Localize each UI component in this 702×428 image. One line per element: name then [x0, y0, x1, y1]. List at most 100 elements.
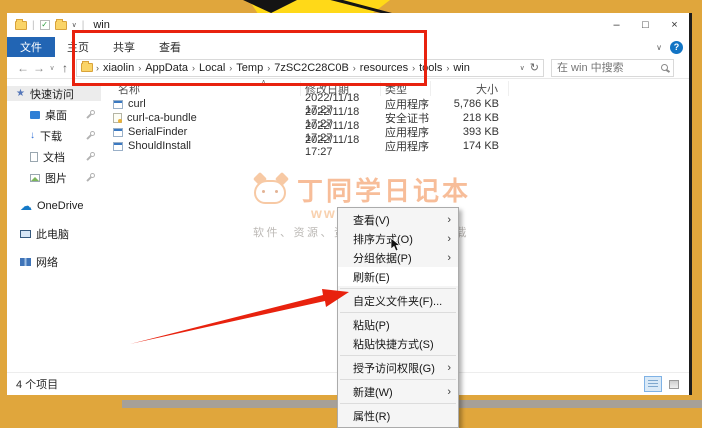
sidebar-item-onedrive[interactable]: ☁ OneDrive	[7, 198, 101, 213]
file-row[interactable]: SerialFinder 2022/11/18 17:27 应用程序 393 K…	[101, 125, 689, 139]
pin-icon	[86, 110, 95, 119]
sidebar-item-label: 快速访问	[30, 86, 74, 102]
up-button[interactable]: ↑	[57, 61, 73, 75]
explorer-folder-icon	[15, 21, 27, 30]
search-icon[interactable]	[661, 64, 668, 71]
back-button[interactable]: ←	[15, 61, 31, 75]
sidebar: ★ 快速访问 桌面 ↓ 下载 文档 图片	[7, 79, 101, 372]
menu-separator	[340, 379, 456, 380]
file-size: 174 KB	[431, 140, 509, 152]
pin-icon	[86, 152, 95, 161]
sidebar-item-label: 文档	[43, 149, 65, 165]
menu-item-view[interactable]: 查看(V) ›	[338, 210, 458, 229]
submenu-arrow-icon: ›	[447, 233, 451, 245]
download-icon: ↓	[30, 131, 35, 141]
sidebar-item-label: 网络	[36, 254, 58, 270]
menu-separator	[340, 312, 456, 313]
file-size: 393 KB	[431, 126, 509, 138]
item-count: 4 个项目	[16, 376, 58, 392]
certificate-icon	[113, 113, 122, 123]
menu-separator	[340, 403, 456, 404]
context-menu: 查看(V) › 排序方式(O) › 分组依据(P) › 刷新(E) 自定义文件夹…	[337, 207, 459, 428]
window-controls: – □ ×	[602, 14, 689, 36]
file-name-cell: curl-ca-bundle	[101, 112, 301, 124]
menu-item-give-access[interactable]: 授予访问权限(G) ›	[338, 358, 458, 377]
maximize-button[interactable]: □	[631, 14, 660, 36]
file-row[interactable]: curl-ca-bundle 2022/11/18 17:27 安全证书 218…	[101, 111, 689, 125]
menu-item-properties[interactable]: 属性(R)	[338, 406, 458, 425]
sidebar-item-desktop[interactable]: 桌面	[7, 107, 101, 122]
pictures-icon	[30, 174, 40, 182]
menu-item-label: 新建(W)	[353, 384, 393, 400]
file-row[interactable]: curl 2022/11/18 17:27 应用程序 5,786 KB	[101, 97, 689, 111]
submenu-arrow-icon: ›	[447, 214, 451, 226]
expand-ribbon-chevron-icon[interactable]: ∨	[656, 43, 662, 52]
tab-file[interactable]: 文件	[7, 37, 55, 57]
menu-item-group-by[interactable]: 分组依据(P) ›	[338, 248, 458, 267]
onedrive-cloud-icon: ☁	[20, 200, 32, 212]
details-view-button[interactable]	[644, 376, 662, 392]
close-button[interactable]: ×	[660, 14, 689, 36]
sidebar-item-label: 图片	[45, 170, 67, 186]
application-icon	[113, 100, 123, 109]
file-name: ShouldInstall	[128, 140, 191, 152]
details-view-icon	[648, 380, 658, 389]
menu-item-label: 属性(R)	[353, 408, 390, 424]
application-icon	[113, 142, 123, 151]
watermark-header: 丁同学日记本	[253, 174, 583, 204]
ribbon-right-controls: ∨ ?	[656, 37, 683, 57]
document-icon	[30, 152, 38, 162]
menu-item-label: 自定义文件夹(F)...	[353, 293, 442, 309]
large-icons-view-button[interactable]	[665, 376, 683, 392]
file-size: 5,786 KB	[431, 98, 509, 110]
sidebar-item-network[interactable]: 网络	[7, 254, 101, 269]
search-box	[551, 59, 674, 77]
sidebar-item-label: OneDrive	[37, 200, 83, 212]
help-icon[interactable]: ?	[670, 41, 683, 54]
sidebar-item-downloads[interactable]: ↓ 下载	[7, 128, 101, 143]
toolbar-separator: |	[82, 20, 85, 31]
menu-item-label: 粘贴(P)	[353, 317, 390, 333]
minimize-button[interactable]: –	[602, 14, 631, 36]
large-icons-view-icon	[669, 380, 679, 389]
properties-check-icon[interactable]: ✓	[40, 20, 50, 30]
menu-item-paste[interactable]: 粘贴(P)	[338, 315, 458, 334]
menu-item-refresh[interactable]: 刷新(E)	[338, 267, 458, 286]
dog-mascot-icon	[253, 174, 289, 204]
pin-icon	[86, 173, 95, 182]
submenu-arrow-icon: ›	[447, 362, 451, 374]
menu-item-customize-folder[interactable]: 自定义文件夹(F)...	[338, 291, 458, 310]
sidebar-item-documents[interactable]: 文档	[7, 149, 101, 164]
file-row[interactable]: ShouldInstall 2022/11/18 17:27 应用程序 174 …	[101, 139, 689, 153]
sidebar-item-pictures[interactable]: 图片	[7, 170, 101, 185]
sidebar-item-this-pc[interactable]: 此电脑	[7, 226, 101, 241]
this-pc-icon	[20, 230, 31, 238]
address-history-chevron-icon[interactable]: ∨	[520, 64, 525, 72]
menu-item-label: 授予访问权限(G)	[353, 360, 435, 376]
menu-item-label: 刷新(E)	[353, 269, 390, 285]
sidebar-item-quick-access[interactable]: ★ 快速访问	[7, 86, 101, 101]
new-folder-icon[interactable]	[55, 21, 67, 30]
menu-separator	[340, 355, 456, 356]
menu-item-sort-by[interactable]: 排序方式(O) ›	[338, 229, 458, 248]
file-size: 218 KB	[431, 112, 509, 124]
column-header-size[interactable]: 大小	[431, 81, 509, 96]
file-name: curl-ca-bundle	[127, 112, 197, 124]
customize-toolbar-chevron-icon[interactable]: ∨	[72, 21, 77, 29]
menu-item-paste-shortcut[interactable]: 粘贴快捷方式(S)	[338, 334, 458, 353]
forward-button[interactable]: →	[31, 61, 47, 75]
view-buttons	[644, 376, 683, 392]
recent-locations-chevron-icon[interactable]: ∨	[47, 64, 57, 72]
menu-item-new[interactable]: 新建(W) ›	[338, 382, 458, 401]
file-name-cell: curl	[101, 98, 301, 110]
refresh-icon[interactable]: ↻	[530, 61, 539, 74]
menu-separator	[340, 288, 456, 289]
menu-item-label: 查看(V)	[353, 212, 390, 228]
network-icon	[20, 258, 31, 266]
search-input[interactable]	[557, 62, 661, 74]
breadcrumb-item[interactable]: win	[452, 62, 471, 74]
file-name-cell: SerialFinder	[101, 126, 301, 138]
file-date: 2022/11/18 17:27	[301, 134, 381, 158]
quick-access-star-icon: ★	[16, 89, 25, 99]
sidebar-item-label: 此电脑	[36, 226, 69, 242]
